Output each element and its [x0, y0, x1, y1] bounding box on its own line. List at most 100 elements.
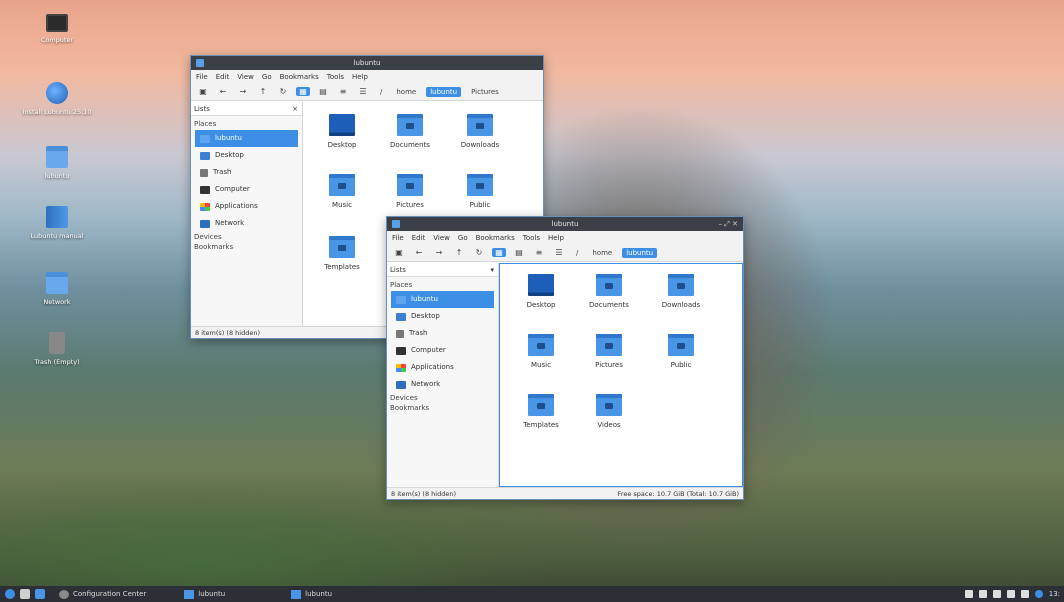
- thumbnail-view-icon[interactable]: ▤: [512, 248, 526, 257]
- sidebar-item-applications[interactable]: Applications: [387, 359, 498, 376]
- file-item-downloads[interactable]: Downloads: [445, 114, 515, 149]
- breadcrumb-home[interactable]: home: [588, 248, 616, 258]
- file-manager-window-front[interactable]: lubuntu – ⤢ ✕ File Edit View Go Bookmark…: [386, 216, 744, 500]
- file-item-templates[interactable]: Templates: [307, 236, 377, 271]
- update-icon[interactable]: [992, 590, 1001, 598]
- sidebar-item-trash[interactable]: Trash: [387, 325, 498, 342]
- toolbar: ▣ ← → ↑ ↻ ▦ ▤ ≡ ☰ / home lubuntu Picture…: [191, 83, 543, 101]
- file-item-music[interactable]: Music: [506, 334, 576, 369]
- file-item-music[interactable]: Music: [307, 174, 377, 209]
- menu-edit[interactable]: Edit: [216, 73, 230, 81]
- network-status-icon[interactable]: [1034, 590, 1043, 598]
- sidebar-item-network[interactable]: Network: [191, 215, 302, 232]
- folder-icon: [392, 220, 400, 228]
- up-arrow-icon[interactable]: ↑: [452, 248, 466, 257]
- wifi-icon[interactable]: [1006, 590, 1015, 598]
- desktop-icon-computer[interactable]: Computer: [22, 14, 92, 44]
- back-arrow-icon[interactable]: ←: [216, 87, 230, 96]
- file-item-downloads[interactable]: Downloads: [646, 274, 716, 309]
- menu-help[interactable]: Help: [548, 234, 564, 242]
- desktop-icon-trash[interactable]: Trash (Empty): [22, 332, 92, 366]
- menu-go[interactable]: Go: [262, 73, 272, 81]
- breadcrumb-home[interactable]: home: [392, 87, 420, 97]
- reload-icon[interactable]: ↻: [276, 87, 290, 96]
- menu-tools[interactable]: Tools: [523, 234, 540, 242]
- places-heading: Places: [194, 120, 217, 128]
- side-panel-header[interactable]: Lists ×: [191, 102, 302, 116]
- file-item-public[interactable]: Public: [646, 334, 716, 369]
- up-arrow-icon[interactable]: ↑: [256, 87, 270, 96]
- breadcrumb-lubuntu[interactable]: lubuntu: [622, 247, 658, 258]
- file-item-videos[interactable]: Videos: [574, 394, 644, 429]
- breadcrumb-root[interactable]: /: [376, 87, 386, 97]
- menu-go[interactable]: Go: [458, 234, 468, 242]
- window-titlebar[interactable]: lubuntu – ⤢ ✕: [387, 217, 743, 231]
- menu-view[interactable]: View: [237, 73, 254, 81]
- menu-edit[interactable]: Edit: [412, 234, 426, 242]
- file-item-documents[interactable]: Documents: [574, 274, 644, 309]
- compact-view-icon[interactable]: ≡: [336, 87, 350, 96]
- file-item-pictures[interactable]: Pictures: [574, 334, 644, 369]
- forward-arrow-icon[interactable]: →: [236, 87, 250, 96]
- file-item-desktop[interactable]: Desktop: [307, 114, 377, 149]
- show-desktop-icon[interactable]: [20, 589, 30, 599]
- home-folder-icon: [46, 146, 68, 168]
- task-lubuntu-1[interactable]: lubuntu: [180, 587, 229, 601]
- sidebar-item-computer[interactable]: Computer: [191, 181, 302, 198]
- sidebar-item-desktop[interactable]: Desktop: [191, 147, 302, 164]
- file-item-pictures[interactable]: Pictures: [375, 174, 445, 209]
- icon-view-icon[interactable]: ▦: [492, 248, 506, 257]
- user-icon[interactable]: [1020, 590, 1029, 598]
- clipboard-icon[interactable]: [964, 590, 973, 598]
- back-arrow-icon[interactable]: ←: [412, 248, 426, 257]
- clock[interactable]: 13:: [1049, 590, 1060, 598]
- compact-view-icon[interactable]: ≡: [532, 248, 546, 257]
- breadcrumb-pictures[interactable]: Pictures: [467, 87, 503, 97]
- icon-view-icon[interactable]: ▦: [296, 87, 310, 96]
- sidebar-item-desktop[interactable]: Desktop: [387, 308, 498, 325]
- side-panel-header[interactable]: Lists ▾: [387, 263, 498, 277]
- sidebar-item-lubuntu[interactable]: lubuntu: [391, 291, 494, 308]
- desktop-icon-network[interactable]: Network: [22, 272, 92, 306]
- window-titlebar[interactable]: lubuntu: [191, 56, 543, 70]
- new-tab-icon[interactable]: ▣: [392, 248, 406, 257]
- window-controls[interactable]: – ⤢ ✕: [719, 217, 738, 231]
- sidebar-item-lubuntu[interactable]: lubuntu: [195, 130, 298, 147]
- menu-view[interactable]: View: [433, 234, 450, 242]
- desktop-icon-label: lubuntu: [44, 172, 70, 180]
- sidebar-item-applications[interactable]: Applications: [191, 198, 302, 215]
- forward-arrow-icon[interactable]: →: [432, 248, 446, 257]
- breadcrumb-root[interactable]: /: [572, 248, 582, 258]
- menu-file[interactable]: File: [392, 234, 404, 242]
- desktop-icon-manual[interactable]: Lubuntu manual: [22, 206, 92, 240]
- menu-bookmarks[interactable]: Bookmarks: [280, 73, 319, 81]
- menu-file[interactable]: File: [196, 73, 208, 81]
- file-manager-launcher-icon[interactable]: [35, 589, 45, 599]
- menu-bookmarks[interactable]: Bookmarks: [476, 234, 515, 242]
- breadcrumb-lubuntu[interactable]: lubuntu: [426, 86, 462, 97]
- devices-heading: Devices: [194, 233, 222, 241]
- file-view[interactable]: Desktop Documents Downloads Music Pictur…: [499, 263, 743, 487]
- detail-view-icon[interactable]: ☰: [356, 87, 370, 96]
- desktop-icon-home[interactable]: lubuntu: [22, 146, 92, 180]
- sidebar-item-computer[interactable]: Computer: [387, 342, 498, 359]
- file-item-public[interactable]: Public: [445, 174, 515, 209]
- task-lubuntu-2[interactable]: lubuntu: [287, 587, 336, 601]
- reload-icon[interactable]: ↻: [472, 248, 486, 257]
- menu-help[interactable]: Help: [352, 73, 368, 81]
- volume-icon[interactable]: [978, 590, 987, 598]
- file-item-desktop[interactable]: Desktop: [506, 274, 576, 309]
- sidebar-item-trash[interactable]: Trash: [191, 164, 302, 181]
- detail-view-icon[interactable]: ☰: [552, 248, 566, 257]
- computer-icon: [396, 346, 406, 355]
- menubar: File Edit View Go Bookmarks Tools Help: [191, 70, 543, 83]
- thumbnail-view-icon[interactable]: ▤: [316, 87, 330, 96]
- file-item-templates[interactable]: Templates: [506, 394, 576, 429]
- file-item-documents[interactable]: Documents: [375, 114, 445, 149]
- task-configuration-center[interactable]: Configuration Center: [55, 587, 150, 601]
- start-menu-icon[interactable]: [5, 589, 15, 599]
- new-tab-icon[interactable]: ▣: [196, 87, 210, 96]
- sidebar-item-network[interactable]: Network: [387, 376, 498, 393]
- menu-tools[interactable]: Tools: [327, 73, 344, 81]
- desktop-icon-install[interactable]: Install Lubuntu 25.10: [22, 82, 92, 116]
